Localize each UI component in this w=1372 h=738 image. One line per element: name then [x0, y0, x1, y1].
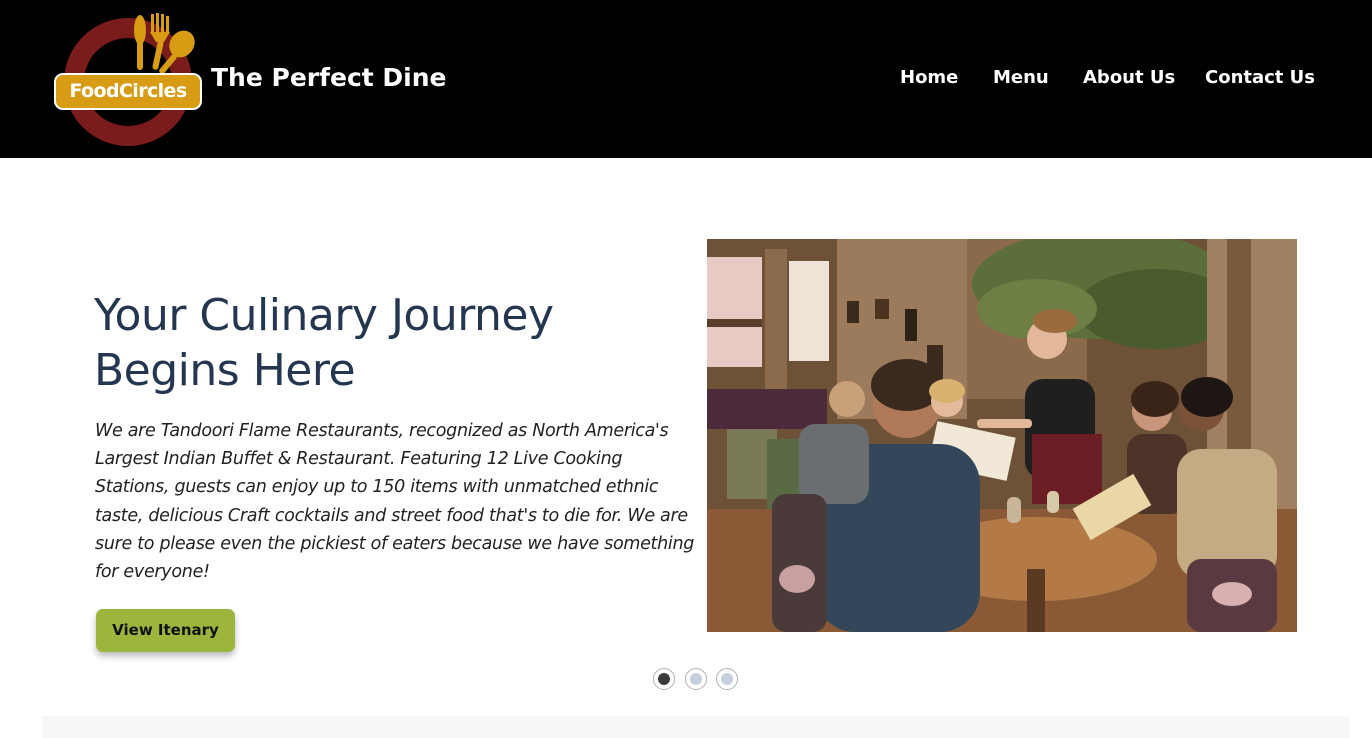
next-section-strip — [42, 716, 1349, 738]
hero-heading-line1: Your Culinary Journey — [94, 290, 554, 341]
restaurant-scene-image — [707, 239, 1297, 632]
hero-heading: Your Culinary Journey Begins Here — [94, 288, 694, 398]
carousel-dot-2[interactable] — [685, 668, 707, 690]
logo-wordmark: FoodCircles — [54, 73, 202, 110]
carousel-dot-1[interactable] — [653, 668, 675, 690]
nav-menu[interactable]: Menu — [993, 63, 1049, 93]
view-itenary-button[interactable]: View Itenary — [96, 609, 235, 652]
site-header: FoodCircles The Perfect Dine Home Menu A… — [0, 0, 1372, 158]
site-title[interactable]: The Perfect Dine — [211, 60, 447, 96]
nav-about-us[interactable]: About Us — [1083, 63, 1175, 93]
nav-contact-us[interactable]: Contact Us — [1205, 63, 1315, 93]
logo[interactable]: FoodCircles — [52, 10, 204, 146]
hero-restaurant-photo — [707, 239, 1297, 632]
hero-heading-line2: Begins Here — [94, 345, 356, 396]
carousel-dot-3[interactable] — [716, 668, 738, 690]
nav-home[interactable]: Home — [900, 63, 958, 93]
hero-description: We are Tandoori Flame Restaurants, recog… — [95, 421, 695, 583]
